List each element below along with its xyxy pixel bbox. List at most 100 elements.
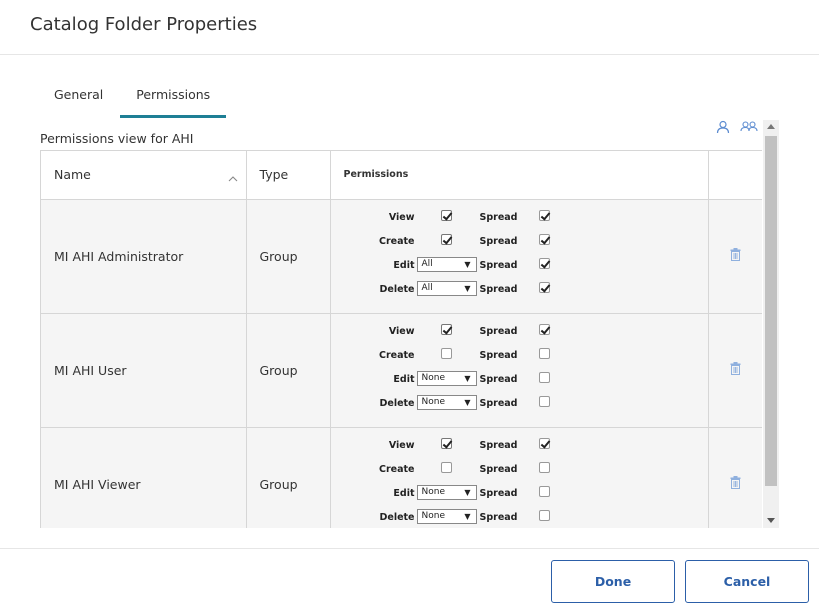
spread-checkbox-edit[interactable] <box>538 371 550 383</box>
permission-row-delete: Delete None ▼ Spread <box>331 394 709 415</box>
checkbox-create[interactable] <box>440 347 452 359</box>
checkbox-view[interactable] <box>440 437 452 449</box>
spread-label: Spread <box>479 439 518 451</box>
cell-actions <box>708 199 762 314</box>
permission-label-delete: Delete <box>379 283 415 295</box>
cell-permissions: View Spread Create Spread Edit None ▼ Spread Del… <box>330 313 709 428</box>
user-icon[interactable] <box>716 120 730 134</box>
table-row: MI AHI Viewer Group View Spread Create Spread… <box>41 427 762 528</box>
trash-icon[interactable] <box>730 248 741 264</box>
select-delete-value: None <box>421 510 445 521</box>
dropdown-arrow-icon: ▼ <box>464 487 471 497</box>
permission-row-create: Create Spread <box>331 461 709 481</box>
spread-label: Spread <box>479 283 518 295</box>
permission-row-edit: Edit All ▼ Spread <box>331 256 709 277</box>
tab-general[interactable]: General <box>40 80 117 118</box>
permission-label-delete: Delete <box>379 397 415 409</box>
chevron-up-icon[interactable] <box>228 170 238 185</box>
scroll-down-arrow[interactable] <box>767 518 775 523</box>
spread-label: Spread <box>479 325 518 337</box>
cell-type: Group <box>246 199 331 314</box>
header-divider <box>0 54 819 55</box>
scroll-thumb[interactable] <box>765 136 777 486</box>
catalog-folder-properties-dialog: Catalog Folder Properties General Permis… <box>0 0 819 614</box>
checkbox-view[interactable] <box>440 209 452 221</box>
table-row: MI AHI User Group View Spread Create Spread Ed… <box>41 313 762 428</box>
cell-permissions: View Spread Create Spread Edit None ▼ Spread Del… <box>330 427 709 529</box>
permission-row-delete: Delete All ▼ Spread <box>331 280 709 301</box>
select-edit[interactable]: All ▼ <box>416 256 477 272</box>
select-edit[interactable]: None ▼ <box>416 370 477 386</box>
select-delete[interactable]: None ▼ <box>416 508 477 524</box>
trash-icon[interactable] <box>730 476 741 492</box>
spread-label: Spread <box>479 511 518 523</box>
cell-actions <box>708 313 762 428</box>
cell-type: Group <box>246 427 331 528</box>
done-button[interactable]: Done <box>551 560 675 603</box>
spread-label: Spread <box>479 487 518 499</box>
spread-label: Spread <box>479 349 518 361</box>
permission-label-view: View <box>388 439 415 451</box>
column-header-name-label: Name <box>54 167 91 183</box>
checkbox-create[interactable] <box>440 461 452 473</box>
cancel-button[interactable]: Cancel <box>685 560 809 603</box>
table-header-row: Name Type Permissions <box>41 151 762 200</box>
dropdown-arrow-icon: ▼ <box>464 259 471 269</box>
select-delete[interactable]: None ▼ <box>416 394 477 410</box>
spread-checkbox-delete[interactable] <box>538 509 550 521</box>
permission-label-view: View <box>388 211 415 223</box>
dropdown-arrow-icon: ▼ <box>464 373 471 383</box>
spread-label: Spread <box>479 235 518 247</box>
spread-checkbox-create[interactable] <box>538 233 550 245</box>
permission-row-delete: Delete None ▼ Spread <box>331 508 709 529</box>
permission-row-view: View Spread <box>331 437 709 457</box>
select-edit-value: None <box>421 372 445 383</box>
select-delete-value: All <box>421 282 433 293</box>
permission-label-delete: Delete <box>379 511 415 523</box>
spread-checkbox-edit[interactable] <box>538 485 550 497</box>
permission-row-edit: Edit None ▼ Spread <box>331 484 709 505</box>
select-delete[interactable]: All ▼ <box>416 280 477 296</box>
cell-name: MI AHI User <box>41 313 247 428</box>
permission-row-view: View Spread <box>331 323 709 343</box>
tab-permissions[interactable]: Permissions <box>120 80 227 118</box>
spread-checkbox-edit[interactable] <box>538 257 550 269</box>
group-icon[interactable] <box>740 120 758 134</box>
vertical-scrollbar[interactable] <box>763 120 779 528</box>
cell-name: MI AHI Administrator <box>41 199 247 314</box>
permissions-grid: View Spread Create Spread Edit None ▼ Spread Del… <box>331 428 709 529</box>
tab-bar: General Permissions <box>40 80 227 118</box>
permissions-table-container: Name Type Permissions MI AHI Administrat… <box>40 150 762 528</box>
spread-checkbox-create[interactable] <box>538 347 550 359</box>
dropdown-arrow-icon: ▼ <box>464 511 471 521</box>
permission-label-create: Create <box>379 349 415 361</box>
column-header-type[interactable]: Type <box>246 151 331 200</box>
permissions-view-label: Permissions view for AHI <box>40 131 194 146</box>
spread-label: Spread <box>479 259 518 271</box>
spread-checkbox-delete[interactable] <box>538 395 550 407</box>
permissions-table: Name Type Permissions MI AHI Administrat… <box>41 151 762 528</box>
permission-row-view: View Spread <box>331 209 709 229</box>
select-edit[interactable]: None ▼ <box>416 484 477 500</box>
checkbox-view[interactable] <box>440 323 452 335</box>
select-edit-value: None <box>421 486 445 497</box>
spread-checkbox-view[interactable] <box>538 209 550 221</box>
spread-checkbox-view[interactable] <box>538 437 550 449</box>
permissions-grid: View Spread Create Spread Edit None ▼ Spread Del… <box>331 314 709 427</box>
permission-row-edit: Edit None ▼ Spread <box>331 370 709 391</box>
spread-checkbox-delete[interactable] <box>538 281 550 293</box>
trash-icon[interactable] <box>730 362 741 378</box>
checkbox-create[interactable] <box>440 233 452 245</box>
dropdown-arrow-icon: ▼ <box>464 397 471 407</box>
spread-checkbox-create[interactable] <box>538 461 550 473</box>
scroll-up-arrow[interactable] <box>767 124 775 129</box>
table-row: MI AHI Administrator Group View Spread Creat… <box>41 199 762 314</box>
permissions-grid: View Spread Create Spread Edit All ▼ Spread Dele… <box>331 200 709 313</box>
permission-label-edit: Edit <box>393 259 415 271</box>
permission-label-edit: Edit <box>393 487 415 499</box>
dialog-title: Catalog Folder Properties <box>30 14 258 35</box>
spread-checkbox-view[interactable] <box>538 323 550 335</box>
column-header-name[interactable]: Name <box>41 151 247 200</box>
cell-permissions: View Spread Create Spread Edit All ▼ Spread Dele… <box>330 199 709 314</box>
footer-divider <box>0 548 819 549</box>
